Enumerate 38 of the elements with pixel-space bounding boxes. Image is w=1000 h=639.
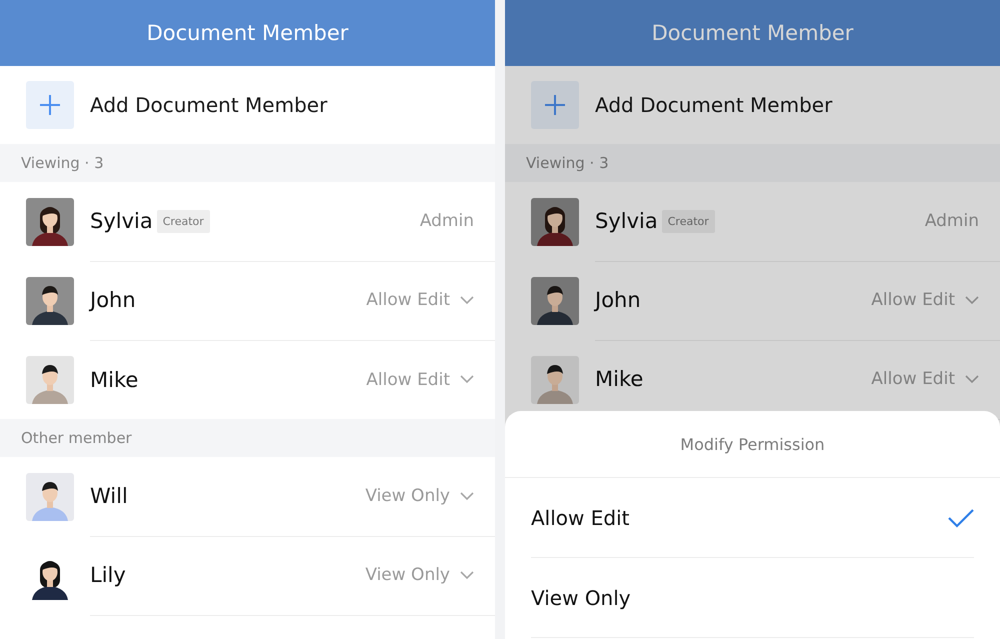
permission-dropdown[interactable]: Allow Edit xyxy=(871,290,979,310)
creator-tag: Creator xyxy=(662,210,715,232)
header-title: Document Member xyxy=(652,21,854,45)
plus-icon xyxy=(544,94,566,116)
chevron-down-icon xyxy=(965,374,979,384)
plus-icon xyxy=(39,94,61,116)
member-name: Mike xyxy=(595,367,644,391)
permission-text: Admin xyxy=(924,211,979,231)
permission-dropdown[interactable]: Allow Edit xyxy=(366,370,474,390)
add-member-button[interactable] xyxy=(26,81,74,129)
add-member-label[interactable]: Add Document Member xyxy=(90,93,328,117)
member-name: Will xyxy=(90,484,128,508)
chevron-down-icon xyxy=(965,296,979,304)
permission-option[interactable]: View Only xyxy=(531,558,974,638)
section-title: Viewing · 3 xyxy=(526,154,609,172)
member-name: John xyxy=(90,288,136,312)
chevron-down-icon xyxy=(460,570,474,580)
sheet-title: Modify Permission xyxy=(680,434,825,454)
section-title: Other member xyxy=(21,429,132,447)
add-member-button[interactable] xyxy=(531,81,579,129)
permission-dropdown[interactable]: Allow Edit xyxy=(871,369,979,389)
member-name: Sylvia xyxy=(90,209,153,233)
header-title: Document Member xyxy=(146,21,348,45)
member-name: Mike xyxy=(90,368,138,392)
member-name: John xyxy=(595,288,641,312)
permission-dropdown[interactable]: View Only xyxy=(365,565,474,585)
permission-dropdown[interactable]: Allow Edit xyxy=(366,290,474,310)
chevron-down-icon xyxy=(460,492,474,500)
creator-tag: Creator xyxy=(156,210,210,232)
permission-text: Admin xyxy=(420,211,474,231)
add-member-label[interactable]: Add Document Member xyxy=(595,93,832,117)
member-name: Lily xyxy=(90,563,126,587)
chevron-down-icon xyxy=(460,375,474,384)
chevron-down-icon xyxy=(460,296,474,304)
permission-option[interactable]: Allow Edit xyxy=(531,478,974,558)
member-name: Sylvia xyxy=(595,209,658,233)
section-title: Viewing · 3 xyxy=(21,154,104,172)
permission-dropdown[interactable]: View Only xyxy=(365,486,474,506)
